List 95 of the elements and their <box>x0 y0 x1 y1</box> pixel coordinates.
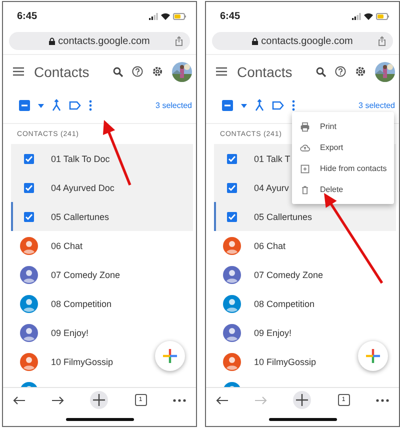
contact-row[interactable]: 10 FilmyGossip <box>214 347 396 376</box>
status-time: 6:45 <box>220 10 240 22</box>
contact-name: 05 Callertunes <box>51 212 110 222</box>
app-title: Contacts <box>237 64 294 80</box>
more-vert-icon[interactable] <box>292 100 295 111</box>
merge-icon[interactable] <box>255 100 264 111</box>
selected-count: 3 selected <box>156 101 192 110</box>
home-indicator <box>268 418 336 420</box>
battery-icon <box>173 12 186 20</box>
menu-item[interactable]: Delete <box>292 179 394 200</box>
contact-row[interactable]: 10 FilmyGossip <box>11 347 193 376</box>
search-icon[interactable] <box>113 66 123 76</box>
hide-contact-icon <box>300 164 310 174</box>
help-icon[interactable] <box>335 66 346 77</box>
wifi-icon <box>364 12 373 20</box>
contact-name: 09 Enjoy! <box>51 328 89 338</box>
contact-name: 04 Ayurved Doc <box>51 182 114 192</box>
checkbox-checked-icon[interactable] <box>24 154 34 164</box>
menu-icon[interactable] <box>216 67 227 76</box>
printer-icon <box>300 122 310 132</box>
checkbox-checked-icon[interactable] <box>24 182 34 192</box>
contact-name: 10 FilmyGossip <box>254 356 316 366</box>
back-arrow-icon[interactable] <box>13 396 25 404</box>
contact-name: 05 Callertunes <box>254 212 312 222</box>
merge-icon[interactable] <box>52 100 61 111</box>
home-indicator <box>66 418 134 420</box>
contact-row[interactable]: 08 Competition <box>214 289 396 318</box>
plus-icon <box>366 349 380 363</box>
select-checkbox-icon[interactable] <box>19 100 30 111</box>
contact-name: 08 Competition <box>51 298 112 308</box>
lock-icon <box>49 38 56 44</box>
checkbox-checked-icon[interactable] <box>227 182 237 192</box>
forward-arrow-icon[interactable] <box>52 396 64 404</box>
contact-row[interactable]: 09 Enjoy! <box>214 318 396 347</box>
checkbox-checked-icon[interactable] <box>227 212 237 222</box>
plus-icon <box>163 349 177 363</box>
selected-count: 3 selected <box>358 101 395 110</box>
contact-row[interactable]: 06 Chat <box>214 231 396 260</box>
status-time: 6:45 <box>17 10 38 22</box>
contact-row[interactable]: 09 Enjoy! <box>11 318 193 347</box>
app-title: Contacts <box>34 64 90 80</box>
signal-icon <box>352 12 361 20</box>
menu-icon[interactable] <box>13 67 24 76</box>
trash-icon <box>300 184 310 194</box>
contact-name: 06 Chat <box>51 240 83 250</box>
caret-icon[interactable] <box>241 104 247 108</box>
select-checkbox-icon[interactable] <box>222 100 233 111</box>
back-arrow-icon[interactable] <box>216 396 228 404</box>
plus-icon <box>93 394 105 406</box>
cloud-upload-icon <box>300 142 310 152</box>
signal-icon <box>149 12 158 20</box>
add-contact-button[interactable] <box>155 341 185 371</box>
contact-name: 10 FilmyGossip <box>51 356 114 366</box>
contact-row[interactable]: 01 Talk To Doc <box>11 144 193 173</box>
share-icon[interactable] <box>175 36 183 46</box>
address-bar[interactable]: contacts.google.com <box>212 32 393 50</box>
contact-name: 08 Competition <box>254 298 315 308</box>
menu-item[interactable]: Print <box>292 116 394 137</box>
checkbox-checked-icon[interactable] <box>24 212 34 222</box>
new-tab-button[interactable] <box>90 391 108 409</box>
more-vert-icon[interactable] <box>89 100 92 111</box>
help-icon[interactable] <box>132 66 143 77</box>
address-bar[interactable]: contacts.google.com <box>9 32 190 50</box>
label-icon[interactable] <box>272 101 284 110</box>
contact-row[interactable]: 08 Competition <box>11 289 193 318</box>
share-icon[interactable] <box>378 36 386 46</box>
menu-item[interactable]: Hide from contacts <box>292 158 394 179</box>
new-tab-button[interactable] <box>293 391 311 409</box>
caret-icon[interactable] <box>38 104 44 108</box>
contact-row[interactable]: 06 Chat <box>11 231 193 260</box>
contact-name: 07 Comedy Zone <box>254 270 324 280</box>
contact-name: 01 Talk T <box>254 154 290 164</box>
contact-row[interactable]: 05 Callertunes <box>214 202 396 231</box>
label-icon[interactable] <box>69 101 81 110</box>
settings-icon[interactable] <box>152 66 163 77</box>
contact-row[interactable]: 04 Ayurved Doc <box>11 173 193 202</box>
contact-row[interactable]: 05 Callertunes <box>11 202 193 231</box>
plus-icon <box>296 394 308 406</box>
lock-icon <box>252 38 258 44</box>
wifi-icon <box>161 12 170 20</box>
contact-name: 07 Comedy Zone <box>51 270 120 280</box>
more-horiz-icon[interactable] <box>173 398 186 402</box>
more-horiz-icon[interactable] <box>376 398 389 402</box>
checkbox-checked-icon[interactable] <box>227 154 237 164</box>
search-icon[interactable] <box>316 66 326 76</box>
contact-name: 04 Ayurv <box>254 182 289 192</box>
contact-name: 06 Chat <box>254 240 286 250</box>
add-contact-button[interactable] <box>358 341 388 371</box>
battery-icon <box>376 12 389 20</box>
settings-icon[interactable] <box>355 66 366 77</box>
menu-item[interactable]: Export <box>292 137 394 158</box>
contact-row[interactable]: 07 Comedy Zone <box>11 260 193 289</box>
contact-name: 01 Talk To Doc <box>51 154 110 164</box>
contact-row[interactable]: 07 Comedy Zone <box>214 260 396 289</box>
contact-name: 09 Enjoy! <box>254 328 292 338</box>
